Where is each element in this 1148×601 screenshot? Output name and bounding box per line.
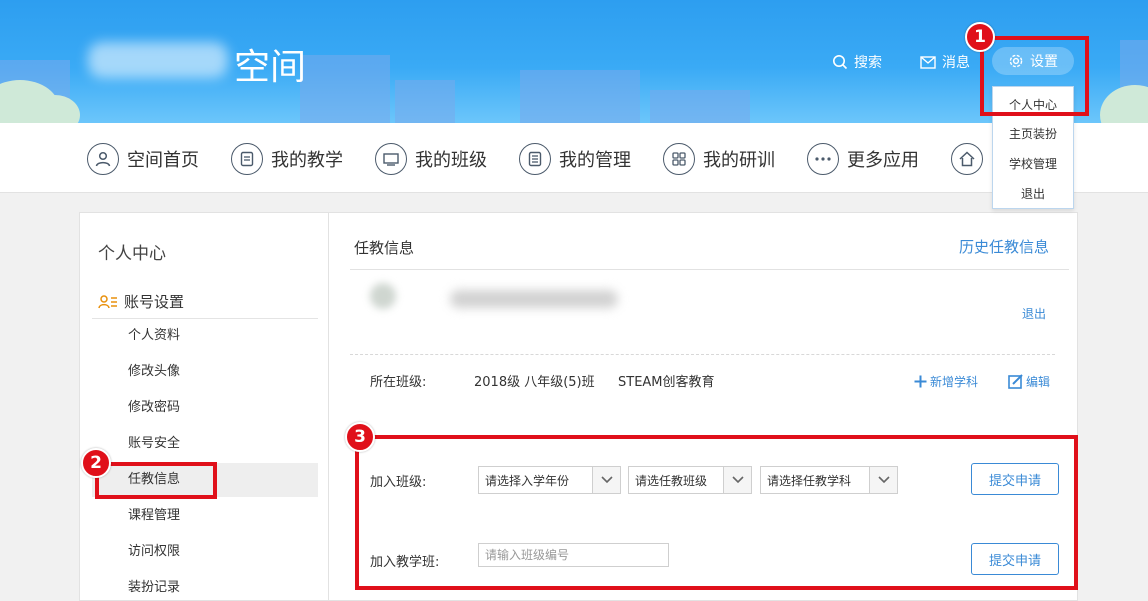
menu-item-school-management[interactable]: 学校管理 — [993, 155, 1073, 172]
nav-item-my-training[interactable]: 我的研训 — [663, 143, 775, 175]
nav-label: 更多应用 — [847, 150, 919, 171]
user-name-blurred — [450, 290, 618, 308]
monitor-icon — [375, 143, 407, 175]
account-card-icon — [98, 294, 117, 308]
menu-item-logout[interactable]: 退出 — [993, 185, 1073, 202]
main-nav: 空间首页 我的教学 我的班级 我的管理 我的研训 更多应用 — [0, 123, 1148, 193]
nav-label: 我的班级 — [415, 150, 487, 171]
user-icon — [87, 143, 119, 175]
nav-label: 我的研训 — [703, 150, 775, 171]
sidebar-title: 个人中心 — [98, 244, 166, 264]
logout-link[interactable]: 退出 — [1022, 305, 1046, 322]
sidebar-item-course-management[interactable]: 课程管理 — [92, 499, 318, 533]
page-title: 任教信息 — [354, 239, 415, 257]
nav-label: 空间首页 — [127, 150, 199, 171]
class-label: 所在班级: — [370, 375, 427, 390]
logo — [88, 42, 228, 78]
divider — [350, 269, 1069, 270]
search-label: 搜索 — [854, 55, 882, 71]
messages-link[interactable]: 消息 — [920, 52, 970, 72]
document-icon — [231, 143, 263, 175]
mail-icon — [920, 55, 936, 69]
nav-item-home[interactable] — [951, 143, 991, 175]
sidebar-item-access-permission[interactable]: 访问权限 — [92, 535, 318, 569]
nav-item-my-teaching[interactable]: 我的教学 — [231, 143, 343, 175]
annotation-box-2 — [95, 462, 217, 499]
search-icon — [833, 55, 848, 70]
avatar — [370, 283, 396, 309]
add-subject-button[interactable]: 新增学科 — [914, 373, 978, 390]
nav-item-space-home[interactable]: 空间首页 — [87, 143, 199, 175]
sidebar-group-account-settings: 账号设置 — [98, 291, 184, 312]
nav-label: 我的管理 — [559, 150, 631, 171]
class-value: 2018级 八年级(5)班 — [474, 375, 595, 390]
add-subject-label: 新增学科 — [930, 375, 979, 389]
sidebar-item-avatar[interactable]: 修改头像 — [92, 355, 318, 389]
history-teaching-info-link[interactable]: 历史任教信息 — [959, 236, 1049, 257]
sidebar-item-profile[interactable]: 个人资料 — [92, 319, 318, 353]
more-icon — [807, 143, 839, 175]
search-link[interactable]: 搜索 — [832, 52, 882, 72]
site-title: 空间 — [234, 47, 307, 88]
sidebar-group-label: 账号设置 — [124, 293, 185, 311]
list-icon — [519, 143, 551, 175]
nav-item-more-apps[interactable]: 更多应用 — [807, 143, 919, 175]
annotation-badge-1: 1 — [965, 22, 995, 52]
dashed-divider — [350, 354, 1055, 355]
sidebar-item-security[interactable]: 账号安全 — [92, 427, 318, 461]
sidebar-item-decoration-record[interactable]: 装扮记录 — [92, 571, 318, 601]
edit-button[interactable]: 编辑 — [1008, 373, 1050, 390]
menu-item-homepage-decoration[interactable]: 主页装扮 — [993, 125, 1073, 142]
messages-label: 消息 — [942, 55, 970, 71]
grid-icon — [663, 143, 695, 175]
annotation-badge-3: 3 — [345, 422, 375, 452]
annotation-box-3 — [355, 435, 1078, 590]
sidebar: 个人中心 账号设置 个人资料 修改头像 修改密码 账号安全 任教信息 课程管理 … — [80, 213, 329, 601]
edit-icon — [1008, 374, 1023, 389]
class-subject: STEAM创客教育 — [618, 375, 715, 390]
nav-item-my-class[interactable]: 我的班级 — [375, 143, 487, 175]
annotation-badge-2: 2 — [81, 448, 111, 478]
annotation-box-1 — [980, 36, 1089, 116]
sidebar-item-password[interactable]: 修改密码 — [92, 391, 318, 425]
plus-icon — [914, 375, 927, 388]
edit-label: 编辑 — [1026, 375, 1051, 389]
nav-item-my-management[interactable]: 我的管理 — [519, 143, 631, 175]
home-icon — [951, 143, 983, 175]
header-banner: 空间 搜索 消息 设置 — [0, 0, 1148, 123]
nav-label: 我的教学 — [271, 150, 343, 171]
